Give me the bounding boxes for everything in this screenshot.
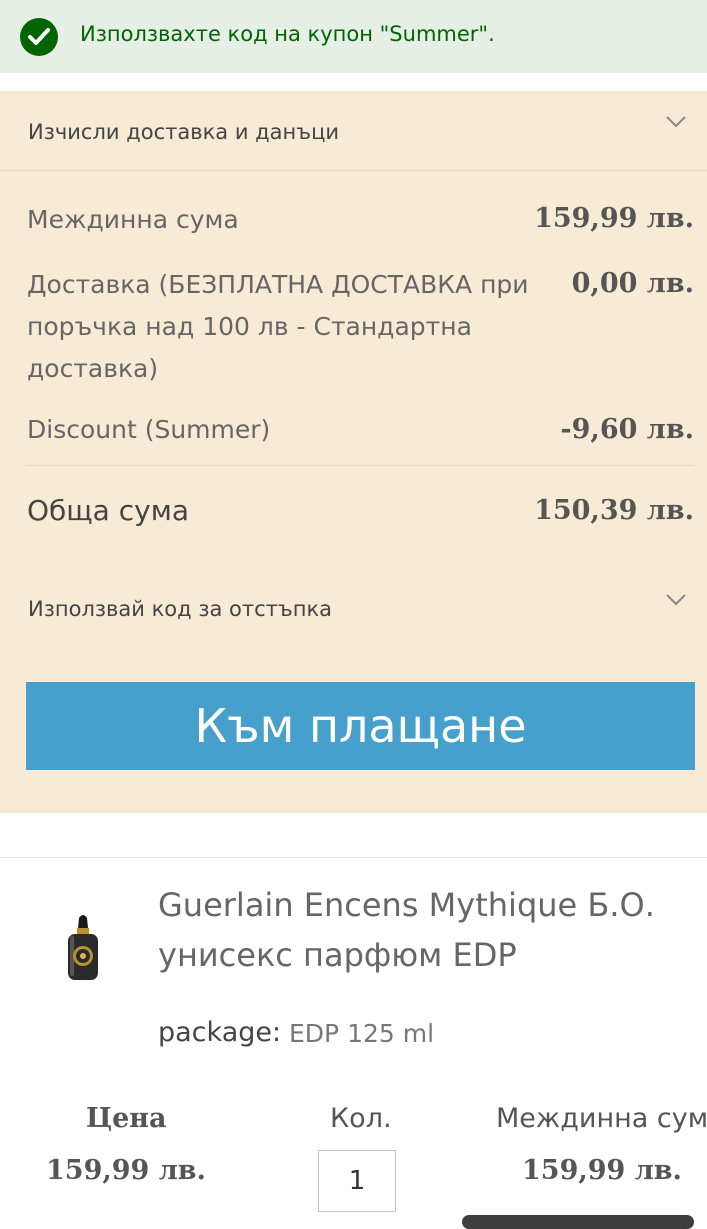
product-image[interactable] <box>28 912 138 986</box>
success-message-text: Използвахте код на купон "Summer". <box>80 22 495 46</box>
success-message-banner: Използвахте код на купон "Summer". <box>0 0 707 73</box>
discount-code-toggle[interactable]: Използвай код за отстъпка <box>0 571 707 641</box>
checkout-button[interactable]: Към плащане <box>26 682 695 770</box>
quantity-input[interactable] <box>318 1150 396 1212</box>
discount-amount: -9,60 лв. <box>560 414 694 445</box>
divider <box>0 170 707 171</box>
grand-total-amount: 150,39 лв. <box>534 495 694 526</box>
check-circle-icon <box>20 18 58 56</box>
discount-code-title: Използвай код за отстъпка <box>28 597 333 621</box>
chevron-down-icon <box>666 594 686 606</box>
shipping-label: Доставка (БЕЗПЛАТНА ДОСТАВКА при поръчка… <box>27 270 529 383</box>
option-label: package: <box>158 1017 282 1048</box>
item-subtotal: 159,99 лв. <box>522 1155 682 1186</box>
chevron-down-icon <box>666 116 686 128</box>
subtotal-header: Междинна сума <box>496 1103 707 1134</box>
cart-action-button[interactable] <box>462 1215 694 1229</box>
price-header: Цена <box>86 1103 167 1134</box>
shipping-amount: 0,00 лв. <box>571 268 694 299</box>
shipping-tax-title: Изчисли доставка и данъци <box>28 120 340 144</box>
grand-total-label: Обща сума <box>27 494 189 527</box>
quantity-header: Кол. <box>330 1103 392 1134</box>
divider <box>0 857 707 858</box>
item-price: 159,99 лв. <box>46 1155 206 1186</box>
option-value: EDP 125 ml <box>289 1019 435 1048</box>
divider <box>26 465 694 466</box>
discount-label: Discount (Summer) <box>27 415 271 444</box>
order-summary-panel: Изчисли доставка и данъци Междинна сума … <box>0 91 707 813</box>
subtotal-amount: 159,99 лв. <box>534 203 694 234</box>
subtotal-label: Междинна сума <box>27 205 239 234</box>
product-name[interactable]: Guerlain Encens Mythique Б.О. унисекс па… <box>158 880 678 980</box>
shipping-tax-toggle[interactable]: Изчисли доставка и данъци <box>0 91 707 169</box>
